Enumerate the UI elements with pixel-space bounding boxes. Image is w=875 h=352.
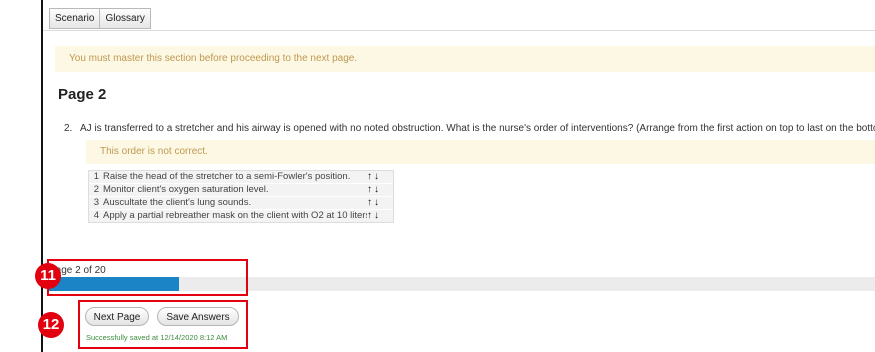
tab-scenario[interactable]: Scenario	[49, 8, 101, 29]
list-item[interactable]: 2 Monitor client's oxygen saturation lev…	[89, 184, 393, 197]
item-index: 3	[93, 197, 99, 208]
window-left-border	[41, 0, 43, 352]
question-number: 2.	[64, 123, 73, 134]
list-item[interactable]: 1 Raise the head of the stretcher to a s…	[89, 171, 393, 184]
tab-bar: Scenario Glossary	[49, 8, 151, 29]
move-arrows-icon[interactable]: ↑↓	[367, 184, 393, 196]
page-title: Page 2	[58, 86, 107, 103]
tab-glossary[interactable]: Glossary	[99, 8, 151, 29]
item-index: 1	[93, 171, 99, 182]
callout-badge-11: 11	[35, 263, 61, 289]
divider	[43, 30, 875, 31]
order-feedback-alert: This order is not correct.	[86, 140, 875, 164]
move-arrows-icon[interactable]: ↑↓	[367, 210, 393, 222]
item-text: Monitor client's oxygen saturation level…	[103, 184, 269, 195]
item-index: 2	[93, 184, 99, 195]
callout-badge-12: 12	[38, 312, 64, 338]
ordering-list: 1 Raise the head of the stretcher to a s…	[88, 170, 394, 223]
item-text: Auscultate the client's lung sounds.	[103, 197, 252, 208]
mastery-alert: You must master this section before proc…	[55, 46, 875, 72]
list-item[interactable]: 4 Apply a partial rebreather mask on the…	[89, 210, 393, 222]
item-text: Raise the head of the stretcher to a sem…	[103, 171, 351, 182]
list-item[interactable]: 3 Auscultate the client's lung sounds. ↑…	[89, 197, 393, 210]
question-prompt: 2. AJ is transferred to a stretcher and h…	[64, 123, 875, 134]
move-arrows-icon[interactable]: ↑↓	[367, 171, 393, 183]
item-index: 4	[93, 210, 99, 221]
callout-box-11	[47, 259, 248, 296]
item-text: Apply a partial rebreather mask on the c…	[103, 210, 367, 221]
callout-box-12	[78, 300, 248, 349]
move-arrows-icon[interactable]: ↑↓	[367, 197, 393, 209]
question-text: AJ is transferred to a stretcher and his…	[80, 123, 875, 134]
